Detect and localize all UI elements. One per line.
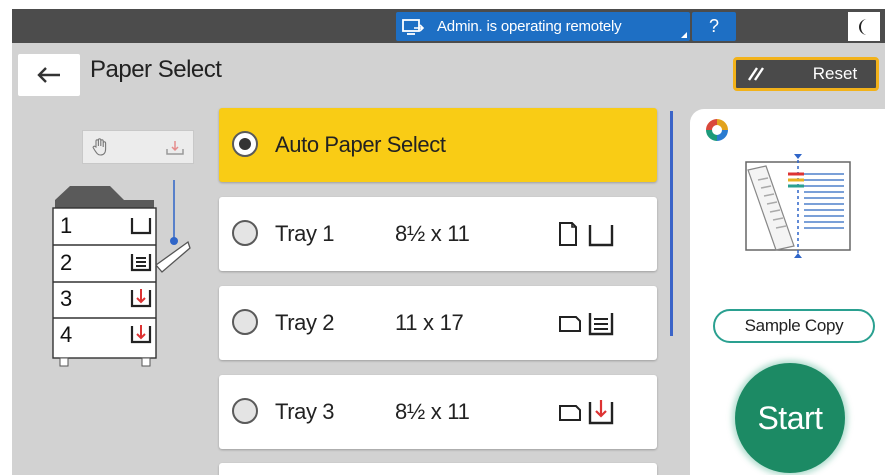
- tray-number-2: 2: [60, 250, 73, 275]
- bypass-hand-icon: [92, 138, 107, 156]
- radio-unselected: [232, 309, 258, 335]
- option-label: Auto Paper Select: [275, 132, 446, 157]
- radio-unselected: [232, 398, 258, 424]
- landscape-paper-full-tray-icon: [559, 313, 614, 336]
- back-arrow-icon: [37, 67, 60, 83]
- option-next-partial[interactable]: [219, 463, 657, 475]
- option-tray-2[interactable]: Tray 2 11 x 17: [219, 286, 657, 360]
- page-title: Paper Select: [90, 56, 222, 83]
- app-logo-icon: [706, 119, 728, 141]
- moon-icon: [859, 18, 867, 35]
- paper-size: 8½ x 11: [395, 399, 470, 424]
- help-button[interactable]: ?: [692, 12, 736, 41]
- option-label: Tray 2: [275, 310, 335, 335]
- option-auto-paper-select[interactable]: Auto Paper Select: [219, 108, 657, 182]
- reset-label: Reset: [812, 64, 858, 83]
- bypass-toolbar: [82, 130, 194, 164]
- option-label: Tray 3: [275, 399, 335, 424]
- back-button[interactable]: [18, 54, 80, 96]
- reset-slash-icon: [748, 67, 764, 81]
- tray-number-3: 3: [60, 286, 73, 311]
- option-tray-1[interactable]: Tray 1 8½ x 11: [219, 197, 657, 271]
- expand-corner-icon: [681, 32, 687, 38]
- reset-button[interactable]: Reset: [733, 57, 879, 91]
- list-scrollbar[interactable]: [670, 111, 673, 336]
- option-label: Tray 1: [275, 221, 335, 246]
- document-preview-icon: [745, 154, 851, 258]
- tray-number-4: 4: [60, 322, 73, 347]
- paper-size: 8½ x 11: [395, 221, 470, 246]
- paper-size: 11 x 17: [395, 310, 464, 335]
- screen: Admin. is operating remotely ? Paper Sel…: [0, 0, 885, 475]
- sample-copy-button[interactable]: Sample Copy: [713, 309, 875, 343]
- remote-monitor-icon: [402, 18, 425, 35]
- remote-status-text: Admin. is operating remotely: [437, 18, 622, 35]
- radio-unselected: [232, 220, 258, 246]
- portrait-paper-tray-icon: [559, 222, 614, 247]
- option-tray-3[interactable]: Tray 3 8½ x 11: [219, 375, 657, 449]
- landscape-paper-low-tray-icon: [559, 400, 614, 425]
- remote-operation-indicator[interactable]: Admin. is operating remotely: [396, 12, 690, 41]
- printer-illustration: [52, 180, 191, 367]
- bypass-tray-icon: [166, 141, 184, 155]
- tray-number-1: 1: [60, 213, 73, 238]
- start-button[interactable]: Start: [735, 363, 845, 473]
- theme-toggle-button[interactable]: [848, 12, 880, 41]
- radio-selected: [232, 131, 258, 157]
